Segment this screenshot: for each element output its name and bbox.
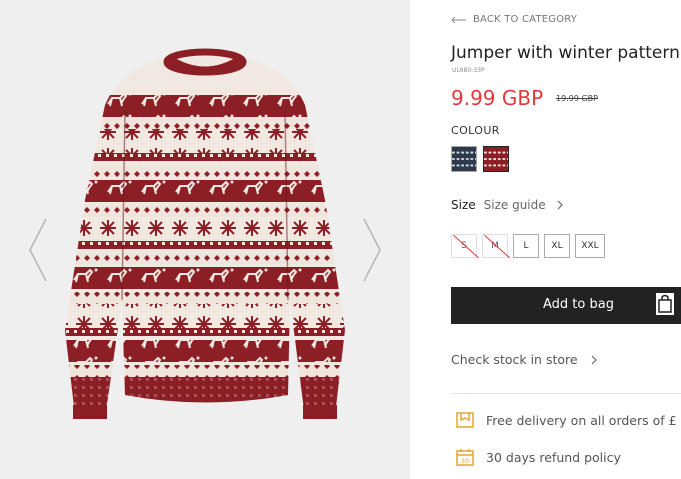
calendar-30-icon: 30 [456, 449, 474, 466]
product-gallery [0, 0, 410, 479]
old-price: 19.99 GBP [556, 94, 598, 103]
refund-policy-info: 30 30 days refund policy [455, 447, 621, 467]
add-to-bag-label: Add to bag [543, 297, 614, 312]
colour-swatch-burgundy[interactable] [483, 146, 509, 172]
colour-label: COLOUR [451, 124, 500, 137]
product-title: Jumper with winter pattern [451, 43, 680, 63]
size-option-l[interactable]: L [513, 234, 539, 258]
delivery-box-icon [456, 412, 474, 428]
size-option-xl[interactable]: XL [544, 234, 570, 258]
colour-swatch-navy[interactable] [451, 146, 477, 172]
arrow-left-icon [451, 16, 466, 23]
size-option-m[interactable]: M [482, 234, 508, 258]
divider [451, 393, 681, 394]
current-price: 9.99 GBP [451, 86, 544, 110]
product-image [65, 48, 345, 419]
back-label: BACK TO CATEGORY [473, 14, 578, 25]
check-stock-label: Check stock in store [451, 352, 578, 367]
free-delivery-info: Free delivery on all orders of £ [455, 410, 677, 430]
size-option-s[interactable]: S [451, 234, 477, 258]
check-stock-link[interactable]: Check stock in store [451, 352, 598, 367]
size-row: Size Size guide [451, 198, 564, 212]
size-options: S M L XL XXL [451, 234, 610, 258]
size-option-xxl[interactable]: XXL [575, 234, 605, 258]
svg-text:30: 30 [461, 457, 469, 465]
product-sku: UL680-33P [452, 67, 485, 74]
chevron-left-icon[interactable] [26, 215, 50, 285]
chevron-right-icon[interactable] [360, 215, 384, 285]
add-to-bag-button[interactable]: Add to bag [451, 287, 681, 324]
refund-policy-text: 30 days refund policy [486, 449, 621, 465]
size-guide-link[interactable]: Size guide [484, 198, 546, 212]
free-delivery-text: Free delivery on all orders of £ [486, 412, 677, 428]
size-label: Size [451, 198, 476, 212]
back-to-category-link[interactable]: BACK TO CATEGORY [451, 14, 577, 25]
chevron-right-icon [591, 355, 597, 364]
bag-icon [656, 293, 674, 315]
chevron-right-icon [557, 200, 563, 210]
